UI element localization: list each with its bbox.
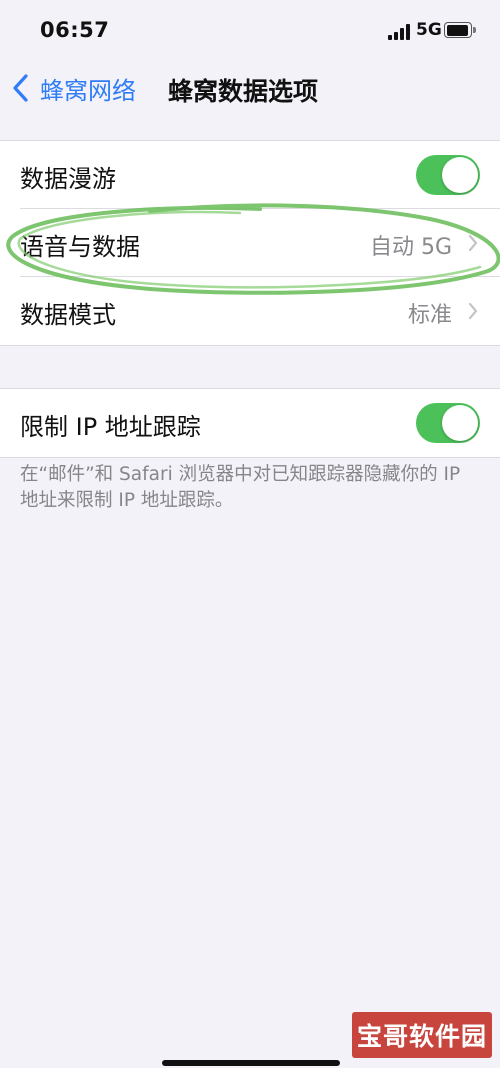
- chevron-right-icon: [468, 234, 478, 252]
- back-button[interactable]: 蜂窝网络: [10, 68, 136, 108]
- cellular-signal-icon: [388, 24, 410, 40]
- limit-ip-tracking-label: 限制 IP 地址跟踪: [20, 413, 201, 441]
- battery-icon: [444, 22, 476, 38]
- voice-data-row[interactable]: 语音与数据 自动 5G: [0, 209, 500, 277]
- cellular-options-group: 数据漫游 语音与数据 自动 5G 数据模式 标准: [0, 140, 500, 346]
- status-bar: 06:57 5G: [0, 0, 500, 60]
- chevron-right-icon: [468, 302, 478, 320]
- page-title: 蜂窝数据选项: [168, 77, 319, 106]
- limit-ip-tracking-row: 限制 IP 地址跟踪: [0, 389, 500, 457]
- navigation-bar: 蜂窝网络 蜂窝数据选项: [0, 62, 500, 118]
- data-roaming-toggle[interactable]: [416, 155, 480, 195]
- limit-ip-tracking-toggle[interactable]: [416, 403, 480, 443]
- data-mode-row[interactable]: 数据模式 标准: [0, 277, 500, 345]
- data-mode-label: 数据模式: [20, 301, 116, 329]
- voice-data-value: 自动 5G: [369, 235, 452, 260]
- home-indicator[interactable]: [162, 1060, 340, 1066]
- data-roaming-label: 数据漫游: [20, 165, 116, 193]
- back-label: 蜂窝网络: [40, 76, 136, 105]
- voice-data-label: 语音与数据: [20, 233, 140, 261]
- data-mode-value: 标准: [407, 303, 452, 328]
- network-type: 5G: [416, 20, 442, 40]
- limit-ip-tracking-footer: 在“邮件”和 Safari 浏览器中对已知跟踪器隐藏你的 IP 地址来限制 IP…: [20, 464, 461, 511]
- watermark-logo: 宝哥软件园: [352, 1012, 492, 1058]
- chevron-left-icon: [13, 74, 28, 102]
- data-roaming-row: 数据漫游: [0, 141, 500, 209]
- privacy-group: 限制 IP 地址跟踪: [0, 388, 500, 458]
- status-time: 06:57: [40, 18, 110, 42]
